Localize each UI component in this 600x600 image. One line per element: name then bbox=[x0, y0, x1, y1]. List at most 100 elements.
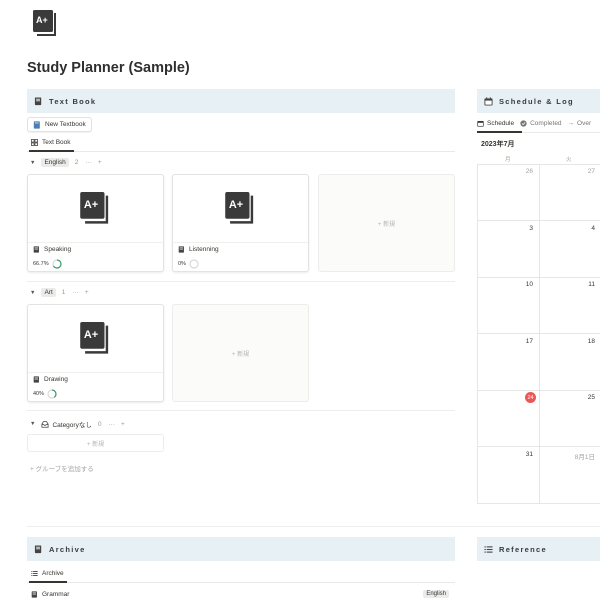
calendar-day-today[interactable]: 24 bbox=[525, 392, 536, 403]
group-tag: Art bbox=[41, 288, 56, 297]
svg-text:A+: A+ bbox=[36, 15, 48, 25]
svg-text:A+: A+ bbox=[83, 198, 97, 210]
group-count: 1 bbox=[61, 289, 66, 296]
calendar-day[interactable]: 8月1日 bbox=[565, 451, 595, 461]
page-doc-icon bbox=[31, 590, 37, 598]
calendar-day[interactable]: 17 bbox=[513, 338, 533, 345]
row-title: Grammar bbox=[31, 591, 69, 598]
textbook-section-header: Text Book bbox=[27, 89, 455, 113]
grid-line bbox=[478, 503, 600, 504]
row-tag: English bbox=[423, 590, 449, 598]
new-card-button-english[interactable]: + 新規 bbox=[318, 174, 455, 272]
collapse-arrow-icon[interactable]: ▼ bbox=[30, 290, 35, 296]
section-divider bbox=[27, 526, 600, 527]
calendar-day[interactable]: 26 bbox=[513, 168, 533, 175]
tab-textbook-gallery[interactable]: Text Book bbox=[31, 139, 71, 146]
group-divider bbox=[27, 281, 455, 282]
list-item[interactable]: Grammar English bbox=[27, 588, 455, 600]
archive-section-header: Archive bbox=[27, 537, 455, 561]
collapse-arrow-icon[interactable]: ▼ bbox=[30, 160, 35, 166]
a-plus-book-icon: A+ bbox=[79, 321, 108, 354]
list-icon bbox=[484, 545, 493, 553]
inbox-icon bbox=[41, 420, 49, 428]
schedule-view-tabs: Schedule Completed → Over bbox=[477, 120, 591, 127]
group-count: 2 bbox=[74, 159, 79, 166]
calendar-day[interactable]: 4 bbox=[575, 225, 595, 232]
svg-text:A+: A+ bbox=[228, 198, 242, 210]
progress-ring-icon bbox=[52, 259, 62, 269]
collapse-arrow-icon[interactable]: ▼ bbox=[30, 421, 35, 427]
tab-archive-list[interactable]: Archive bbox=[31, 570, 64, 577]
progress-text: 40% bbox=[33, 391, 45, 397]
tab-label: Text Book bbox=[42, 139, 71, 146]
progress-text: 66.7% bbox=[33, 261, 49, 267]
add-icon[interactable]: + bbox=[98, 159, 102, 166]
tab-completed[interactable]: Completed bbox=[520, 120, 562, 127]
tab-active-indicator bbox=[477, 131, 522, 133]
a-plus-book-icon: A+ bbox=[79, 191, 108, 224]
group-header-art[interactable]: ▼ Art 1 ··· + bbox=[30, 288, 95, 297]
calendar-day[interactable]: 3 bbox=[513, 225, 533, 232]
progress-ring-track bbox=[189, 259, 199, 269]
add-icon[interactable]: + bbox=[85, 289, 89, 296]
progress-text: 0% bbox=[178, 261, 186, 267]
add-icon[interactable]: + bbox=[121, 421, 125, 428]
calendar-day[interactable]: 10 bbox=[513, 281, 533, 288]
page-icon[interactable]: A+ bbox=[33, 10, 59, 38]
tab-divider bbox=[27, 151, 455, 152]
textbook-card-listenning[interactable]: A+ Listenning 0% bbox=[172, 174, 309, 272]
add-group-button[interactable]: + グループを追加する bbox=[30, 463, 94, 473]
tab-divider bbox=[27, 582, 455, 583]
calendar-day[interactable]: 11 bbox=[575, 281, 595, 288]
card-progress: 40% bbox=[33, 389, 57, 399]
new-card-button-art[interactable]: + 新規 bbox=[172, 304, 309, 402]
calendar-day[interactable]: 31 bbox=[513, 451, 533, 458]
textbook-card-speaking[interactable]: A+ Speaking 66.7% bbox=[27, 174, 164, 272]
textbook-card-drawing[interactable]: A+ Drawing 40% bbox=[27, 304, 164, 402]
section-title: Schedule & Log bbox=[499, 96, 574, 106]
section-title: Archive bbox=[49, 544, 86, 554]
page-doc-icon bbox=[178, 246, 184, 253]
tab-schedule[interactable]: Schedule bbox=[477, 120, 514, 127]
tab-over[interactable]: → Over bbox=[568, 120, 592, 127]
page-doc-icon bbox=[33, 376, 39, 383]
calendar-icon bbox=[477, 121, 484, 127]
group-header-no-category[interactable]: ▼ Categoryなし 0 ··· + bbox=[30, 419, 131, 430]
new-card-button-no-category[interactable]: + 新規 bbox=[27, 434, 164, 452]
group-count: 0 bbox=[97, 420, 102, 428]
row-name: Grammar bbox=[42, 590, 70, 598]
more-icon[interactable]: ··· bbox=[72, 289, 79, 296]
new-textbook-button[interactable]: New Textbook bbox=[27, 117, 92, 132]
svg-text:A+: A+ bbox=[83, 328, 97, 340]
card-name: Speaking bbox=[44, 246, 72, 253]
tab-label: Completed bbox=[530, 120, 562, 127]
book-blue-icon bbox=[33, 120, 40, 129]
card-title: Speaking bbox=[33, 246, 71, 253]
more-icon[interactable]: ··· bbox=[108, 421, 115, 428]
new-textbook-label: New Textbook bbox=[45, 121, 86, 128]
calendar-day[interactable]: 18 bbox=[575, 338, 595, 345]
a-plus-book-icon: A+ bbox=[33, 10, 56, 36]
group-header-english[interactable]: ▼ English 2 ··· + bbox=[30, 158, 108, 167]
card-progress: 0% bbox=[178, 259, 199, 269]
list-icon bbox=[31, 571, 38, 576]
card-progress: 66.7% bbox=[33, 259, 62, 269]
card-cover: A+ bbox=[173, 175, 308, 243]
tab-label: Schedule bbox=[487, 120, 515, 127]
group-label: Categoryなし bbox=[52, 422, 92, 429]
progress-ring-icon bbox=[47, 389, 57, 399]
check-circle-icon bbox=[520, 120, 527, 127]
reference-section-header: Reference bbox=[477, 537, 600, 561]
weekday-tue: 火 bbox=[566, 157, 572, 163]
group-divider bbox=[27, 410, 455, 411]
more-icon[interactable]: ··· bbox=[85, 159, 92, 166]
tab-label: Archive bbox=[42, 570, 64, 577]
a-plus-book-icon: A+ bbox=[224, 191, 253, 224]
card-cover: A+ bbox=[28, 305, 163, 373]
calendar-day[interactable]: 27 bbox=[575, 168, 595, 175]
card-title: Drawing bbox=[33, 376, 68, 383]
section-title: Reference bbox=[499, 544, 547, 554]
group-tag: English bbox=[41, 158, 69, 167]
calendar-day[interactable]: 25 bbox=[575, 394, 595, 401]
calendar-icon bbox=[484, 96, 493, 106]
